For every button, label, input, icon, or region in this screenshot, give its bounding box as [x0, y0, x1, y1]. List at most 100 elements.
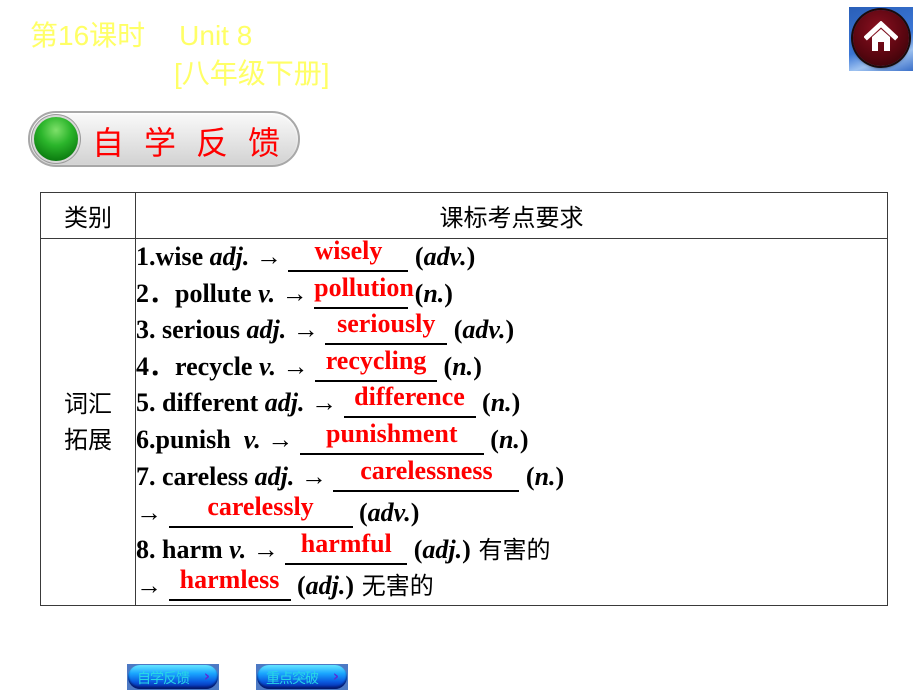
- unit-label: Unit 8: [179, 20, 253, 51]
- chevron-right-icon: ›: [332, 667, 339, 685]
- chinese-meaning: [354, 572, 362, 600]
- answer-text: punishment: [326, 418, 458, 448]
- target-part-of-speech: adj.: [305, 571, 346, 601]
- nav-button-label: 重点突破: [266, 671, 319, 687]
- part-of-speech: adj.: [209, 242, 250, 271]
- target-part-of-speech: n.: [490, 388, 512, 418]
- home-button[interactable]: [849, 7, 913, 71]
- green-dot-icon: [34, 117, 78, 161]
- answer-text: harmless: [179, 565, 280, 595]
- answer-text: pollution: [314, 272, 414, 302]
- target-part-of-speech: n.: [423, 278, 445, 308]
- category-line: 拓展: [64, 425, 112, 454]
- paren-open: (: [437, 351, 453, 381]
- target-part-of-speech: n.: [452, 351, 474, 381]
- answer-blank[interactable]: wisely: [288, 238, 409, 272]
- arrow-icon: →: [136, 571, 169, 601]
- vocab-item: 1.wise adj. → wisely (adv.): [136, 238, 887, 276]
- vocabulary-table: 类别 课标考点要求 词汇 拓展 1.wise adj. → wisely (ad…: [40, 192, 888, 606]
- paren-close: ): [466, 242, 476, 271]
- answer-blank[interactable]: carelessly: [168, 494, 353, 529]
- answer-blank[interactable]: harmful: [285, 530, 408, 565]
- header-category: 类别: [40, 192, 136, 239]
- target-part-of-speech: n.: [534, 461, 556, 491]
- answer-text: carelessness: [360, 455, 493, 485]
- paren-close: ): [555, 461, 565, 491]
- nav-button-self-study-feedback[interactable]: 自学反馈 ›: [127, 664, 219, 690]
- answer-text: seriously: [337, 309, 436, 339]
- nav-button-key-points[interactable]: 重点突破 ›: [256, 664, 348, 690]
- base-word: 5. different: [136, 388, 265, 418]
- arrow-icon: →: [275, 278, 315, 308]
- paren-open: (: [352, 498, 368, 528]
- paren-open: (: [483, 424, 499, 454]
- category-line: 词汇: [64, 389, 112, 418]
- answer-blank[interactable]: punishment: [299, 420, 484, 455]
- answer-blank[interactable]: seriously: [325, 311, 448, 346]
- answer-text: carelessly: [207, 492, 314, 522]
- part-of-speech: v.: [258, 351, 277, 381]
- paren-open: (: [408, 242, 424, 271]
- paren-close: ): [410, 498, 420, 528]
- vocab-item: 4．recycle v. → recycling (n.): [136, 347, 887, 386]
- answer-text: harmful: [300, 528, 392, 558]
- target-part-of-speech: adj.: [422, 534, 463, 564]
- category-cell: 词汇 拓展: [40, 238, 136, 606]
- answer-blank[interactable]: carelessness: [333, 457, 520, 492]
- paren-close: ): [345, 571, 355, 601]
- base-word: 2．pollute: [136, 278, 259, 308]
- vocab-item: → carelessly (adv.): [136, 494, 887, 532]
- part-of-speech: adj.: [254, 461, 295, 491]
- answer-blank[interactable]: harmless: [168, 567, 291, 602]
- vocab-item: 8. harm v. → harmful (adj.) 有害的: [136, 530, 887, 569]
- arrow-icon: →: [276, 351, 316, 381]
- base-word: 1.wise: [136, 242, 210, 271]
- answer-text: wisely: [314, 236, 383, 265]
- base-word: 3. serious: [136, 315, 247, 345]
- base-word: 8. harm: [136, 534, 230, 564]
- arrow-icon: →: [246, 534, 286, 564]
- lesson-number: 第16课时: [30, 20, 146, 51]
- arrow-icon: →: [260, 424, 300, 454]
- paren-close: ): [519, 424, 529, 454]
- answer-blank[interactable]: pollution: [314, 274, 414, 309]
- section-header: 自学反馈: [28, 111, 300, 167]
- target-part-of-speech: n.: [498, 424, 520, 454]
- base-word: 4．recycle: [136, 351, 259, 381]
- paren-open: (: [475, 388, 491, 418]
- chevron-right-icon: ›: [203, 667, 210, 685]
- section-title: 自学反馈: [92, 124, 301, 162]
- paren-close: ): [462, 534, 471, 564]
- paren-open: (: [290, 571, 306, 601]
- part-of-speech: adj.: [246, 315, 287, 345]
- paren-open: (: [519, 461, 535, 491]
- answer-blank[interactable]: difference: [343, 384, 476, 419]
- answer-blank[interactable]: recycling: [315, 347, 438, 382]
- chinese-meaning-text: 有害的: [478, 535, 551, 564]
- home-icon: [864, 21, 898, 51]
- part-of-speech: v.: [243, 424, 261, 454]
- base-word: 6.punish: [136, 424, 244, 454]
- vocab-item: 5. different adj. → difference (n.): [136, 384, 887, 422]
- lesson-title: 第16课时 Unit 8: [30, 14, 252, 54]
- answer-text: recycling: [325, 345, 427, 375]
- vocab-item: 6.punish v. → punishment (n.): [136, 420, 887, 459]
- paren-close: ): [473, 351, 482, 381]
- table-header-row: 类别 课标考点要求: [40, 192, 888, 239]
- part-of-speech: v.: [258, 278, 276, 308]
- items-cell: 1.wise adj. → wisely (adv.) 2．pollute v. …: [135, 238, 888, 606]
- header-requirements: 课标考点要求: [135, 192, 888, 239]
- target-part-of-speech: adv.: [367, 498, 411, 528]
- book-label: [八年级下册]: [174, 58, 330, 89]
- target-part-of-speech: adv.: [462, 315, 506, 345]
- part-of-speech: v.: [229, 534, 247, 564]
- vocab-item: 2．pollute v. → pollution (n.): [136, 274, 887, 313]
- paren-open: (: [447, 315, 463, 345]
- answer-text: difference: [354, 382, 465, 412]
- vocab-item: 7. careless adj. → carelessness (n.): [136, 457, 887, 496]
- paren-close: ): [444, 278, 453, 308]
- vocab-item: 3. serious adj. → seriously (adv.): [136, 311, 887, 349]
- nav-button-label: 自学反馈: [137, 671, 190, 687]
- arrow-icon: →: [286, 315, 326, 345]
- part-of-speech: adj.: [264, 388, 305, 418]
